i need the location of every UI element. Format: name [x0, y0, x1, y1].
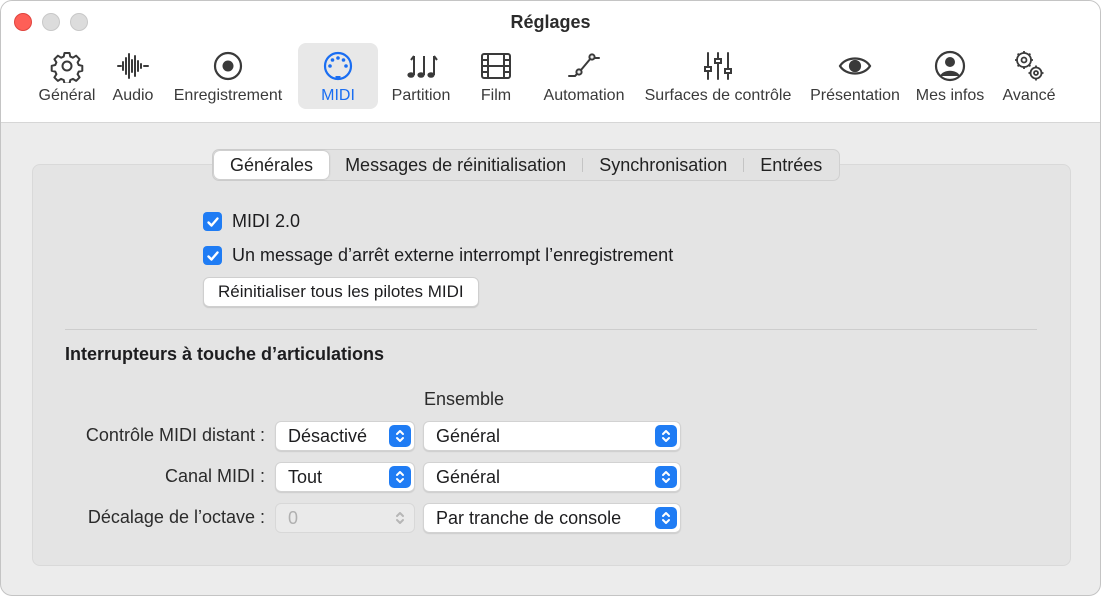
- toolbar-item-label: MIDI: [321, 87, 355, 104]
- popup-value: Par tranche de console: [436, 507, 622, 528]
- toolbar-item-label: Partition: [391, 87, 451, 104]
- toolbar-item-control-surfaces[interactable]: Surfaces de contrôle: [637, 43, 799, 109]
- section-divider: [65, 329, 1037, 330]
- midi-connector-icon: [319, 47, 357, 85]
- external-stop-checkbox[interactable]: [203, 246, 222, 265]
- chevron-updown-icon: [655, 507, 677, 529]
- toolbar-item-label: Présentation: [810, 87, 900, 104]
- titlebar: Réglages Général Audio Enregistrement MI…: [1, 1, 1100, 123]
- eye-icon: [836, 47, 874, 85]
- toolbar-item-label: Surfaces de contrôle: [644, 87, 792, 104]
- ensemble-column-header: Ensemble: [424, 389, 505, 409]
- remote-midi-control-popup[interactable]: Désactivé: [275, 421, 415, 451]
- chevron-updown-icon: [389, 466, 411, 488]
- midi-channel-ensemble-popup[interactable]: Général: [423, 462, 681, 492]
- toolbar-item-score[interactable]: Partition: [385, 43, 457, 109]
- remote-midi-control-ensemble-popup[interactable]: Général: [423, 421, 681, 451]
- midi2-option[interactable]: MIDI 2.0: [203, 211, 300, 232]
- tab-reset-messages[interactable]: Messages de réinitialisation: [329, 151, 582, 179]
- reset-midi-drivers-button[interactable]: Réinitialiser tous les pilotes MIDI: [203, 277, 479, 307]
- toolbar-item-label: Avancé: [1002, 87, 1056, 104]
- popup-value: Général: [436, 425, 501, 446]
- toolbar-item-recording[interactable]: Enregistrement: [166, 43, 290, 109]
- toolbar-item-label: Enregistrement: [173, 87, 283, 104]
- articulation-section-title: Interrupteurs à touche d’articulations: [65, 344, 385, 364]
- film-icon: [477, 47, 515, 85]
- toolbar-item-midi[interactable]: MIDI: [298, 43, 378, 109]
- checkmark-icon: [206, 250, 219, 261]
- chevron-updown-icon: [389, 507, 411, 529]
- midi-channel-label: Canal MIDI :: [164, 466, 265, 486]
- toolbar-item-label: Film: [480, 87, 512, 104]
- toolbar-item-label: Automation: [543, 87, 625, 104]
- chevron-updown-icon: [389, 425, 411, 447]
- waveform-icon: [114, 47, 152, 85]
- midi-channel-popup[interactable]: Tout: [275, 462, 415, 492]
- toolbar-item-label: Audio: [112, 87, 154, 104]
- settings-window: Réglages Général Audio Enregistrement MI…: [0, 0, 1101, 596]
- chevron-updown-icon: [655, 466, 677, 488]
- toolbar-item-automation[interactable]: Automation: [537, 43, 631, 109]
- record-icon: [209, 47, 247, 85]
- tab-inputs[interactable]: Entrées: [744, 151, 838, 179]
- octave-offset-label: Décalage de l’octave :: [87, 507, 265, 527]
- toolbar-item-label: Général: [38, 87, 96, 104]
- toolbar-item-advanced[interactable]: Avancé: [997, 43, 1061, 109]
- tab-general[interactable]: Générales: [214, 151, 330, 179]
- faders-icon: [699, 47, 737, 85]
- toolbar-item-film[interactable]: Film: [467, 43, 525, 109]
- gear-icon: [48, 47, 86, 85]
- toolbar-item-audio[interactable]: Audio: [107, 43, 159, 109]
- gears-icon: [1010, 47, 1048, 85]
- tab-bar: Générales Messages de réinitialisation S…: [212, 149, 841, 181]
- tab-synchronisation[interactable]: Synchronisation: [583, 151, 743, 179]
- popup-value: Général: [436, 466, 501, 487]
- automation-curve-icon: [565, 47, 603, 85]
- remote-midi-control-label: Contrôle MIDI distant :: [85, 425, 265, 445]
- window-title: Réglages: [510, 12, 591, 32]
- checkmark-icon: [206, 216, 219, 227]
- midi2-label: MIDI 2.0: [232, 211, 301, 231]
- octave-offset-popup: 0: [275, 503, 415, 533]
- toolbar-item-presentation[interactable]: Présentation: [806, 43, 904, 109]
- person-icon: [931, 47, 969, 85]
- octave-offset-ensemble-popup[interactable]: Par tranche de console: [423, 503, 681, 533]
- chevron-updown-icon: [655, 425, 677, 447]
- toolbar-item-general[interactable]: Général: [31, 43, 103, 109]
- toolbar-item-my-info[interactable]: Mes infos: [911, 43, 989, 109]
- music-notes-icon: [402, 47, 440, 85]
- midi2-checkbox[interactable]: [203, 212, 222, 231]
- external-stop-label: Un message d’arrêt externe interrompt l’…: [232, 245, 674, 265]
- external-stop-option[interactable]: Un message d’arrêt externe interrompt l’…: [203, 245, 673, 266]
- toolbar-item-label: Mes infos: [915, 87, 985, 104]
